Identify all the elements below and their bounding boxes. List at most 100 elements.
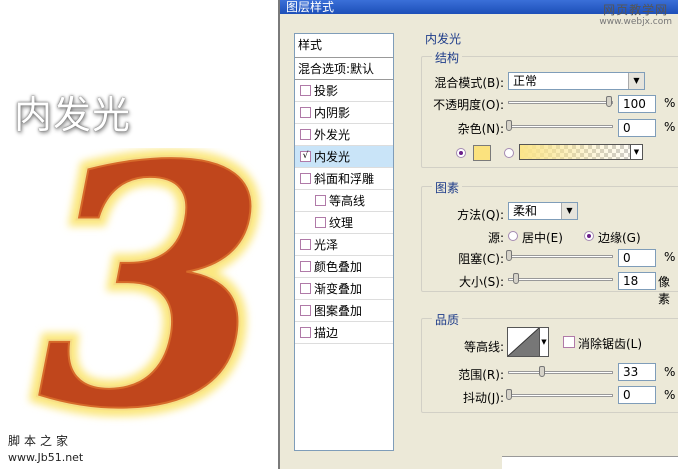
style-checkbox[interactable] <box>315 217 326 228</box>
canvas-artwork: 内发光 3 3 3 脚本之家 www.Jb51.net <box>0 0 278 470</box>
jitter-unit: % <box>664 388 676 402</box>
style-item-label: 图案叠加 <box>314 303 363 318</box>
style-item[interactable]: 渐变叠加 <box>295 278 393 300</box>
choke-label: 阻塞(C): <box>458 252 504 266</box>
size-slider[interactable] <box>508 278 613 281</box>
contour-picker[interactable] <box>507 327 540 357</box>
contour-label: 等高线: <box>463 340 504 354</box>
style-checkbox[interactable] <box>300 85 311 96</box>
chevron-down-icon: ▼ <box>628 73 644 89</box>
opacity-slider-thumb[interactable] <box>606 96 612 107</box>
style-item[interactable]: 外发光 <box>295 124 393 146</box>
solid-color-radio[interactable] <box>456 148 466 158</box>
jitter-input[interactable]: 0 <box>618 386 656 404</box>
style-checkbox[interactable] <box>300 261 311 272</box>
noise-unit: % <box>664 120 676 134</box>
choke-slider[interactable] <box>508 255 613 258</box>
opacity-label: 不透明度(O): <box>433 98 504 112</box>
antialias-label: 消除锯齿(L) <box>578 337 643 351</box>
style-item[interactable]: 纹理 <box>295 212 393 234</box>
chevron-down-icon: ▼ <box>561 203 577 219</box>
style-item-label: 光泽 <box>314 237 339 252</box>
range-label: 范围(R): <box>458 368 504 382</box>
glow-color-swatch[interactable] <box>473 145 491 161</box>
contour-linear-icon <box>508 328 539 356</box>
size-label: 大小(S): <box>458 275 504 289</box>
source-center-radio[interactable] <box>508 231 518 241</box>
choke-slider-thumb[interactable] <box>506 250 512 261</box>
style-item[interactable]: 光泽 <box>295 234 393 256</box>
style-item[interactable]: √ 内发光 <box>295 146 393 168</box>
chevron-down-icon[interactable]: ▼ <box>540 327 549 357</box>
range-input[interactable]: 33 <box>618 363 656 381</box>
watermark-name: 网页教学网 <box>603 3 669 17</box>
structure-title: 结构 <box>432 49 463 66</box>
gradient-radio[interactable] <box>504 148 514 158</box>
blending-options-item[interactable]: 混合选项:默认 <box>295 58 393 80</box>
style-item[interactable]: 等高线 <box>295 190 393 212</box>
range-slider-thumb[interactable] <box>539 366 545 377</box>
style-item-label: 内阴影 <box>314 105 351 120</box>
size-unit: 像素 <box>658 275 671 306</box>
style-item[interactable]: 内阴影 <box>295 102 393 124</box>
range-unit: % <box>664 365 676 379</box>
style-checkbox[interactable] <box>300 107 311 118</box>
dialog-title: 图层样式 <box>286 0 335 14</box>
style-checkbox[interactable] <box>300 283 311 294</box>
style-item[interactable]: 图案叠加 <box>295 300 393 322</box>
noise-input[interactable]: 0 <box>618 119 656 137</box>
choke-input[interactable]: 0 <box>618 249 656 267</box>
style-checkbox[interactable] <box>300 173 311 184</box>
style-checkbox[interactable] <box>315 195 326 206</box>
size-input[interactable]: 18 <box>618 272 656 290</box>
source-edge-radio[interactable] <box>584 231 594 241</box>
style-item-label: 内发光 <box>314 149 351 164</box>
style-item-label: 颜色叠加 <box>314 259 363 274</box>
technique-label: 方法(Q): <box>457 208 504 222</box>
jitter-slider-thumb[interactable] <box>506 389 512 400</box>
size-slider-thumb[interactable] <box>513 273 520 284</box>
jitter-slider[interactable] <box>508 394 613 397</box>
opacity-input[interactable]: 100 <box>618 95 656 113</box>
source-edge-label: 边缘(G) <box>598 231 641 245</box>
choke-unit: % <box>664 250 676 264</box>
antialias-checkbox[interactable] <box>563 336 575 348</box>
elements-title: 图素 <box>432 179 463 196</box>
noise-slider[interactable] <box>508 125 613 128</box>
style-item[interactable]: 描边 <box>295 322 393 344</box>
chevron-down-icon: ▼ <box>630 145 642 159</box>
source-center-label: 居中(E) <box>522 231 563 245</box>
glow-gradient-picker[interactable]: ▼ <box>519 144 643 160</box>
source-label: 源: <box>487 231 504 245</box>
layer-style-dialog: 图层样式 网页教学网 www.webjx.com 样式 混合选项:默认 投影内阴… <box>278 0 678 470</box>
range-slider[interactable] <box>508 371 613 374</box>
section-title: 内发光 <box>425 32 462 46</box>
style-checkbox[interactable] <box>300 129 311 140</box>
technique-select[interactable]: 柔和 ▼ <box>508 202 578 220</box>
style-item[interactable]: 投影 <box>295 80 393 102</box>
noise-slider-thumb[interactable] <box>506 120 512 131</box>
style-checkbox[interactable]: √ <box>300 151 311 162</box>
style-checkbox[interactable] <box>300 327 311 338</box>
styles-header[interactable]: 样式 <box>295 34 393 58</box>
style-item[interactable]: 颜色叠加 <box>295 256 393 278</box>
jitter-label: 抖动(J): <box>463 391 504 405</box>
style-item[interactable]: 斜面和浮雕 <box>295 168 393 190</box>
style-item-label: 纹理 <box>329 215 354 230</box>
opacity-slider[interactable] <box>508 101 613 104</box>
watermark: 网页教学网 www.webjx.com <box>599 4 672 28</box>
site-name-watermark: 脚本之家 <box>8 434 73 448</box>
styles-list: 样式 混合选项:默认 投影 内阴影 外发光 √ 内发光 斜面和浮雕 等高线 纹理 光泽 颜色叠加渐… <box>294 33 394 451</box>
style-item-label: 外发光 <box>314 127 351 142</box>
watermark-url: www.webjx.com <box>599 17 672 27</box>
blend-mode-label: 混合模式(B): <box>434 76 504 90</box>
style-checkbox[interactable] <box>300 239 311 250</box>
site-url-watermark: www.Jb51.net <box>8 451 84 464</box>
style-item-label: 描边 <box>314 325 339 340</box>
blend-mode-select[interactable]: 正常 ▼ <box>508 72 645 90</box>
style-checkbox[interactable] <box>300 305 311 316</box>
blend-mode-value: 正常 <box>513 74 538 88</box>
style-item-label: 斜面和浮雕 <box>314 171 375 186</box>
style-item-label: 等高线 <box>329 193 366 208</box>
noise-label: 杂色(N): <box>457 122 504 136</box>
